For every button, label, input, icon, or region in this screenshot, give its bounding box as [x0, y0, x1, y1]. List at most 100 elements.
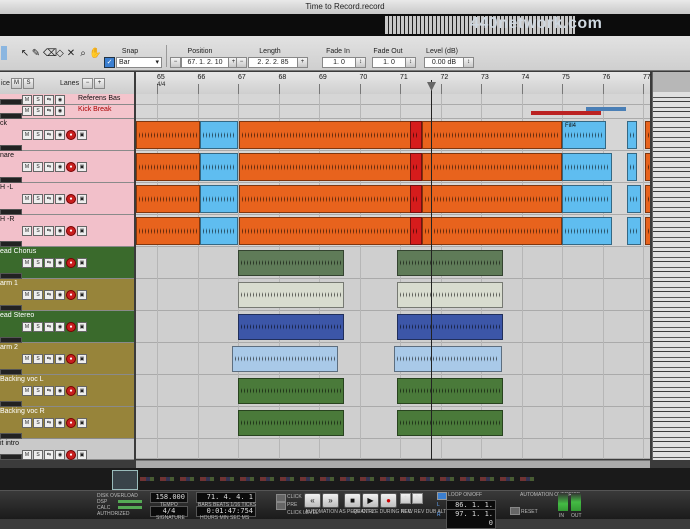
lane-button[interactable]: ▣ [77, 226, 87, 236]
automation-button[interactable]: ⇆ [44, 95, 54, 105]
automation-button[interactable]: ⇆ [44, 418, 54, 428]
lane-button[interactable]: ▣ [77, 130, 87, 140]
hand-icon[interactable]: ✋ [89, 48, 101, 60]
loop-toggle[interactable] [437, 492, 447, 500]
audio-clip-fill[interactable]: Fill4 [562, 121, 606, 149]
mute-button[interactable]: M [22, 130, 32, 140]
audio-clip-vocal[interactable] [394, 346, 502, 372]
track-row[interactable]: Kick Break M S ⇆ ◉ [0, 105, 134, 119]
record-arm-button[interactable]: ● [66, 130, 76, 140]
mute-icon[interactable]: ✕ [66, 48, 76, 60]
audio-clip-drums-alt[interactable] [199, 185, 238, 213]
track-row[interactable]: Referens Bas M S ⇆ ◉ [0, 94, 134, 105]
monitor-button[interactable]: ◉ [55, 106, 65, 116]
pre-toggle[interactable] [276, 502, 286, 510]
audio-clip-drums[interactable] [422, 121, 562, 149]
mute-button[interactable]: M [22, 354, 32, 364]
audio-clip-drums[interactable] [645, 217, 650, 245]
track-row[interactable]: it intro M S ⇆ ◉ ● ▣ [0, 439, 134, 460]
automation-button[interactable]: ⇆ [44, 106, 54, 116]
note-clip[interactable] [531, 111, 601, 115]
audio-clip-drums[interactable] [645, 185, 650, 213]
track-row[interactable]: H -R M S ⇆ ◉ ● ▣ [0, 215, 134, 247]
sequencer-lane[interactable] [136, 407, 650, 439]
audio-clip-drums[interactable] [136, 217, 200, 245]
rewind-button[interactable]: « [304, 493, 321, 508]
audio-clip-drums[interactable] [239, 153, 411, 181]
audio-clip-drums[interactable] [645, 153, 650, 181]
record-arm-button[interactable]: ● [66, 290, 76, 300]
automation-button[interactable]: ⇆ [44, 258, 54, 268]
track-row[interactable]: ck M S ⇆ ◉ ● ▣ [0, 119, 134, 151]
automation-button[interactable]: ⇆ [44, 162, 54, 172]
mute-button[interactable]: M [22, 322, 32, 332]
mute-button[interactable]: M [22, 450, 32, 460]
audio-clip-vocal[interactable] [397, 378, 503, 404]
eraser-icon[interactable]: ⌫ [43, 48, 57, 60]
snap-select[interactable]: Bar ▾ [116, 57, 162, 68]
mute-button[interactable]: M [22, 194, 32, 204]
solo-button[interactable]: S [33, 95, 43, 105]
stop-icon[interactable]: ■ [344, 493, 361, 508]
solo-button[interactable]: S [33, 290, 43, 300]
audio-clip-drums-highlight[interactable] [410, 217, 422, 245]
solo-button[interactable]: S [33, 450, 43, 460]
monitor-button[interactable]: ◉ [55, 130, 65, 140]
pencil-icon[interactable]: ✎ [31, 48, 41, 60]
mute-button[interactable]: M [22, 162, 32, 172]
play-icon[interactable]: ▶ [362, 493, 379, 508]
record-arm-button[interactable]: ● [66, 386, 76, 396]
automation-button[interactable]: ⇆ [44, 226, 54, 236]
record-arm-button[interactable]: ● [66, 258, 76, 268]
audio-clip-drums-alt[interactable] [199, 121, 238, 149]
monitor-button[interactable]: ◉ [55, 226, 65, 236]
track-row[interactable]: H -L M S ⇆ ◉ ● ▣ [0, 183, 134, 215]
audio-clip-fill[interactable] [626, 217, 641, 245]
monitor-button[interactable]: ◉ [55, 258, 65, 268]
lanes-increment-button[interactable]: + [94, 78, 105, 89]
click-toggle[interactable] [276, 494, 286, 502]
monitor-button[interactable]: ◉ [55, 322, 65, 332]
navigator-overview[interactable] [0, 468, 690, 490]
audio-clip-fill[interactable] [626, 121, 637, 149]
mute-button[interactable]: M [22, 290, 32, 300]
fast-forward-button[interactable]: » [322, 493, 339, 508]
record-icon[interactable]: ● [380, 493, 397, 508]
razor-icon[interactable]: ◇ [55, 48, 65, 60]
monitor-button[interactable]: ◉ [55, 354, 65, 364]
fadein-stepper[interactable]: ↕ [355, 57, 366, 68]
mute-button[interactable]: M [22, 258, 32, 268]
lanes-decrement-button[interactable]: − [82, 78, 93, 89]
sequencer-lane[interactable] [136, 94, 650, 105]
timeline-ruler[interactable]: 65 66 67 68 69 70 71 72 73 74 75 76 77 4/4 [136, 72, 651, 95]
sequencer-area[interactable]: Fill4 [136, 94, 650, 459]
lane-button[interactable]: ▣ [77, 290, 87, 300]
audio-clip-vocal[interactable] [238, 282, 344, 308]
length-increment-button[interactable]: + [297, 57, 308, 68]
audio-clip-fill[interactable] [562, 185, 612, 213]
audio-clip-vocal[interactable] [397, 250, 503, 276]
audio-clip-fill[interactable] [562, 217, 612, 245]
audio-clip-vocal[interactable] [397, 314, 503, 340]
sequencer-lane[interactable] [136, 439, 650, 459]
sequencer-lane[interactable] [136, 343, 650, 375]
solo-button[interactable]: S [33, 258, 43, 268]
track-row[interactable]: ead Chorus M S ⇆ ◉ ● ▣ [0, 247, 134, 279]
lane-button[interactable]: ▣ [77, 418, 87, 428]
solo-button[interactable]: S [33, 162, 43, 172]
audio-clip-drums-alt[interactable] [199, 153, 238, 181]
automation-button[interactable]: ⇆ [44, 386, 54, 396]
record-arm-button[interactable]: ● [66, 418, 76, 428]
length-decrement-button[interactable]: − [236, 57, 247, 68]
fadeout-field[interactable]: 1. 0 [372, 57, 406, 68]
solo-button[interactable]: S [33, 106, 43, 116]
position-field[interactable]: 67. 1. 2. 10 [181, 57, 229, 68]
audio-clip-drums[interactable] [136, 121, 200, 149]
level-stepper[interactable]: ↕ [463, 57, 474, 68]
sequencer-lane[interactable] [136, 247, 650, 279]
record-arm-button[interactable]: ● [66, 450, 76, 460]
position-decrement-button[interactable]: − [170, 57, 181, 68]
audio-clip-drums-highlight[interactable] [410, 185, 422, 213]
magnify-icon[interactable]: ⌕ [78, 48, 88, 60]
mute-button[interactable]: M [22, 95, 32, 105]
